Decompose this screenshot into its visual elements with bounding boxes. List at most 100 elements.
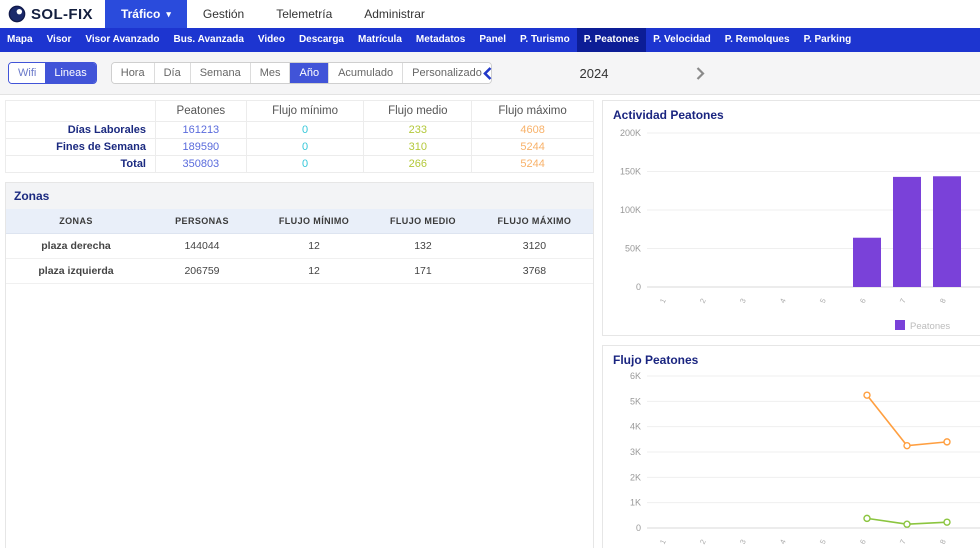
period-personalizado-button[interactable]: Personalizado (402, 63, 491, 83)
svg-text:1: 1 (658, 297, 668, 305)
svg-text:0: 0 (636, 523, 641, 533)
table-row: Días Laborales 161213 0 233 4608 (5, 121, 594, 139)
main-content: Peatones Flujo mínimo Flujo medio Flujo … (0, 95, 980, 548)
svg-text:150K: 150K (620, 167, 641, 177)
cell-flujo-maximo: 3120 (475, 233, 593, 259)
chevron-down-icon: ▾ (166, 8, 171, 19)
subnav-item-mapa[interactable]: Mapa (0, 28, 40, 52)
wifi-button[interactable]: Wifi (9, 63, 46, 83)
brand-name: SOL-FIX (31, 5, 93, 23)
svg-text:1K: 1K (630, 498, 641, 508)
flow-chart-card: Flujo Peatones 01K2K3K4K5K6K123456789101… (602, 345, 980, 548)
cell-flujo-minimo: 12 (258, 258, 371, 284)
zones-header-flujo-minimo: FLUJO MÍNIMO (258, 209, 371, 234)
subnav-item-panel[interactable]: Panel (472, 28, 513, 52)
subnav-item-metadatos[interactable]: Metadatos (409, 28, 472, 52)
subnav-item-bus-avanzada[interactable]: Bus. Avanzada (167, 28, 251, 52)
zones-header-zonas: ZONAS (6, 209, 146, 234)
previous-year-button[interactable] (480, 64, 495, 83)
zones-table: ZONAS PERSONAS FLUJO MÍNIMO FLUJO MEDIO … (6, 209, 593, 284)
year-navigator: 2024 (480, 64, 708, 83)
cell-flujo-maximo: 4608 (471, 121, 594, 139)
summary-header-flujo-medio: Flujo medio (363, 100, 473, 122)
topnav-item-gestion[interactable]: Gestión (187, 0, 260, 28)
svg-text:3K: 3K (630, 447, 641, 457)
topnav-item-label: Tráfico (120, 7, 161, 21)
subnav-item-visor[interactable]: Visor (40, 28, 79, 52)
subnav-item-matricula[interactable]: Matrícula (351, 28, 409, 52)
subnav-item-p-velocidad[interactable]: P. Velocidad (646, 28, 718, 52)
svg-text:6K: 6K (630, 371, 641, 381)
lineas-button[interactable]: Lineas (45, 63, 96, 83)
svg-text:2K: 2K (630, 472, 641, 482)
summary-header-flujo-minimo: Flujo mínimo (245, 100, 365, 122)
summary-header-row: Peatones Flujo mínimo Flujo medio Flujo … (5, 100, 594, 122)
table-row: Fines de Semana 189590 0 310 5244 (5, 138, 594, 156)
sub-navbar: Mapa Visor Visor Avanzado Bus. Avanzada … (0, 28, 980, 52)
summary-header-peatones: Peatones (155, 100, 247, 122)
filter-bar: Wifi Lineas Hora Día Semana Mes Año Acum… (0, 52, 980, 95)
period-ano-button[interactable]: Año (289, 63, 329, 83)
brand[interactable]: SOL-FIX (0, 5, 105, 23)
period-dia-button[interactable]: Día (153, 63, 190, 83)
period-hora-button[interactable]: Hora (111, 63, 154, 83)
activity-bar-chart[interactable]: 050K100K150K200K123456789101112Peatones (603, 123, 980, 335)
svg-text:200K: 200K (620, 128, 641, 138)
svg-text:7: 7 (898, 297, 908, 305)
source-toggle-group: Wifi Lineas (8, 62, 97, 84)
cell-zona: plaza derecha (6, 233, 146, 259)
svg-text:0: 0 (636, 282, 641, 292)
row-label: Total (5, 155, 156, 173)
subnav-item-p-remolques[interactable]: P. Remolques (718, 28, 797, 52)
cell-flujo-medio: 266 (363, 155, 473, 173)
flow-line-chart[interactable]: 01K2K3K4K5K6K123456789101112 (603, 368, 980, 548)
cell-flujo-medio: 132 (370, 233, 476, 259)
period-toggle-group: Hora Día Semana Mes Año Acumulado Person… (110, 62, 492, 84)
summary-header-empty (5, 100, 156, 122)
subnav-item-descarga[interactable]: Descarga (292, 28, 351, 52)
table-row: plaza derecha 144044 12 132 3120 (6, 233, 593, 259)
svg-text:3: 3 (738, 297, 748, 305)
svg-text:7: 7 (898, 538, 908, 546)
activity-chart-title: Actividad Peatones (613, 108, 724, 122)
tables-column: Peatones Flujo mínimo Flujo medio Flujo … (0, 95, 598, 548)
cell-peatones: 161213 (155, 121, 247, 139)
table-row: Total 350803 0 266 5244 (5, 155, 594, 173)
topnav-item-telemetria[interactable]: Telemetría (260, 0, 348, 28)
period-semana-button[interactable]: Semana (189, 63, 250, 83)
next-year-button[interactable] (693, 64, 708, 83)
subnav-item-visor-avanzado[interactable]: Visor Avanzado (78, 28, 166, 52)
summary-header-flujo-maximo: Flujo máximo (471, 100, 594, 122)
period-mes-button[interactable]: Mes (249, 63, 290, 83)
svg-text:4K: 4K (630, 422, 641, 432)
period-acumulado-button[interactable]: Acumulado (328, 63, 403, 83)
subnav-item-video[interactable]: Video (251, 28, 292, 52)
zones-panel-title: Zonas (6, 183, 593, 209)
svg-text:1: 1 (658, 538, 668, 546)
zones-header-personas: PERSONAS (146, 209, 258, 234)
cell-personas: 206759 (146, 258, 258, 284)
svg-text:8: 8 (938, 297, 948, 305)
topnav-item-trafico[interactable]: Tráfico ▾ (104, 0, 187, 28)
cell-flujo-minimo: 12 (258, 233, 371, 259)
zones-header-flujo-maximo: FLUJO MÁXIMO (475, 209, 593, 234)
cell-flujo-maximo: 5244 (471, 155, 594, 173)
svg-text:50K: 50K (625, 244, 641, 254)
topnav-item-administrar[interactable]: Administrar (348, 0, 441, 28)
cell-personas: 144044 (146, 233, 258, 259)
zones-header-flujo-medio: FLUJO MEDIO (370, 209, 476, 234)
svg-text:6: 6 (858, 297, 868, 305)
svg-text:3: 3 (738, 538, 748, 546)
cell-peatones: 189590 (155, 138, 247, 156)
svg-text:5: 5 (818, 297, 828, 305)
svg-text:2: 2 (698, 297, 708, 305)
svg-text:2: 2 (698, 538, 708, 546)
subnav-item-p-parking[interactable]: P. Parking (797, 28, 859, 52)
subnav-item-p-turismo[interactable]: P. Turismo (513, 28, 577, 52)
chevron-right-icon (696, 66, 705, 80)
zones-header-row: ZONAS PERSONAS FLUJO MÍNIMO FLUJO MEDIO … (6, 209, 593, 234)
cell-flujo-minimo: 0 (245, 155, 365, 173)
cell-peatones: 350803 (155, 155, 247, 173)
subnav-item-p-peatones[interactable]: P. Peatones (576, 28, 647, 52)
chevron-left-icon (483, 66, 492, 80)
